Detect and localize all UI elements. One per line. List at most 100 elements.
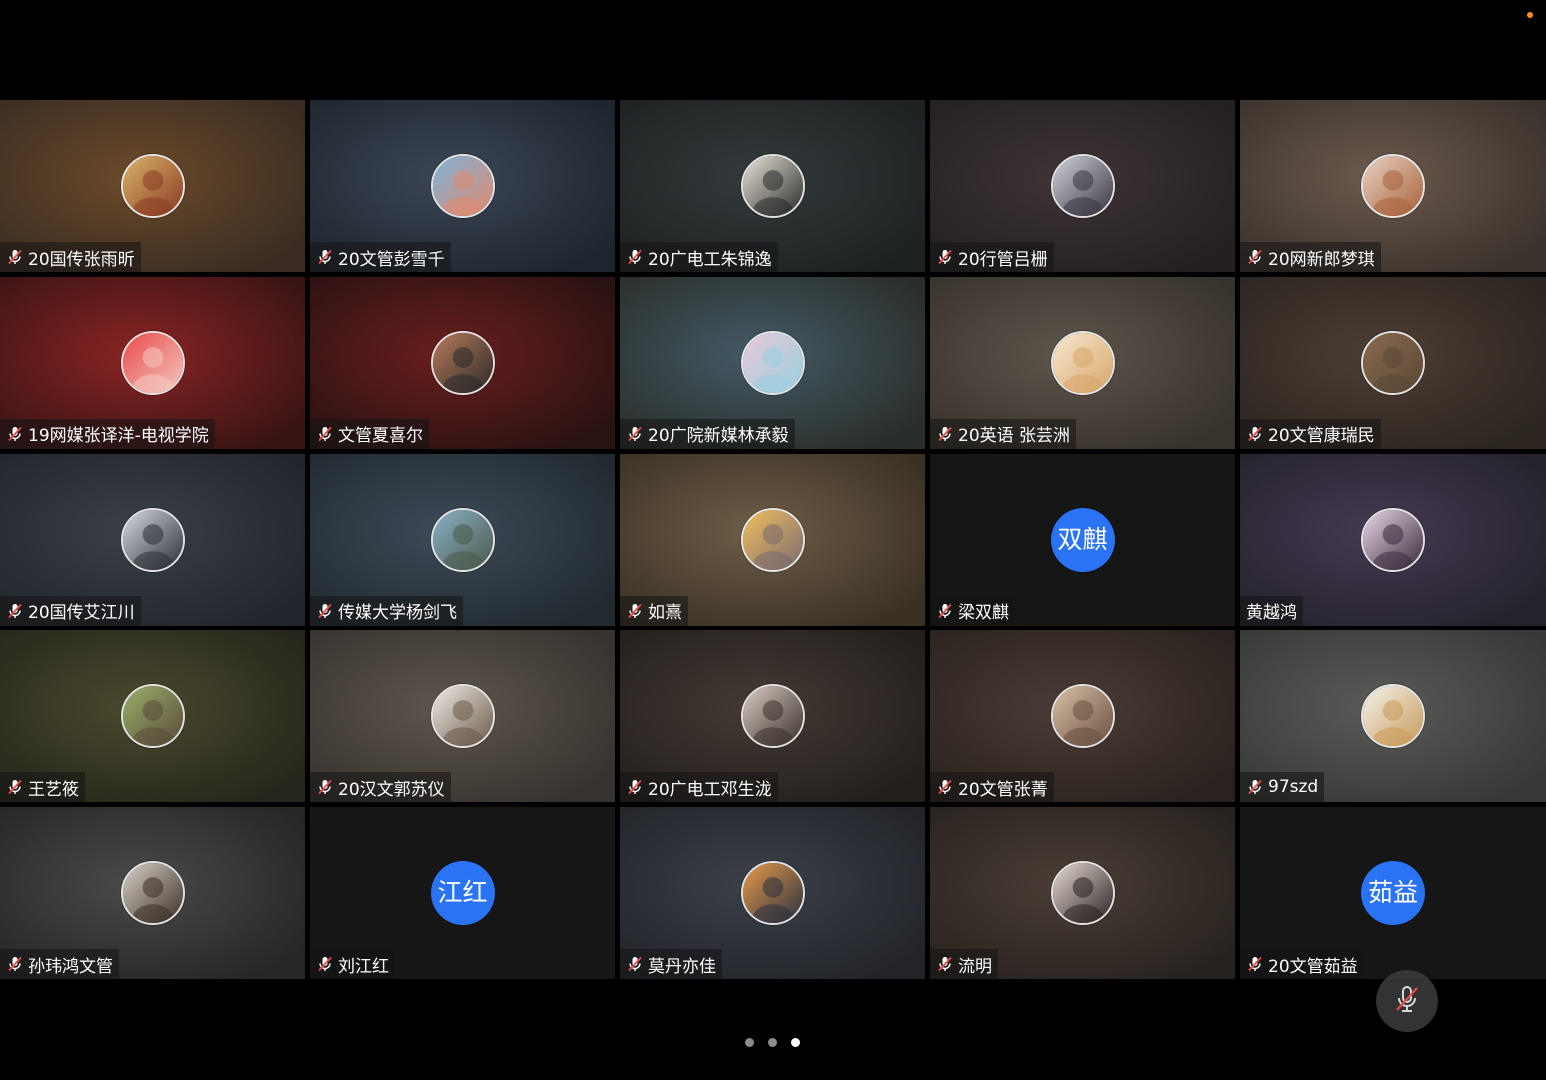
- muted-mic-icon: [316, 425, 334, 443]
- avatar: [740, 330, 805, 395]
- avatar: [1361, 507, 1425, 572]
- muted-mic-icon: [1246, 955, 1264, 973]
- muted-mic-icon: [936, 248, 954, 266]
- participant-tile[interactable]: 20文管彭雪千: [310, 100, 615, 272]
- participant-tile[interactable]: 20国传张雨昕: [0, 100, 305, 272]
- participant-tile[interactable]: 20英语 张芸洲: [930, 276, 1235, 449]
- avatar-photo-icon: [122, 509, 183, 570]
- avatar: [1361, 330, 1425, 395]
- participant-name-label: 20国传艾江川: [0, 595, 141, 626]
- participant-tile[interactable]: 莫丹亦佳: [620, 807, 925, 979]
- avatar: [740, 154, 805, 218]
- participant-name: 流明: [958, 956, 992, 977]
- avatar: [120, 330, 185, 395]
- participant-tile[interactable]: 20文管张菁: [930, 630, 1235, 803]
- avatar: [430, 330, 495, 395]
- avatar: [120, 861, 185, 925]
- participant-name-label: 20网新郎梦琪: [1240, 242, 1381, 272]
- avatar: [1050, 154, 1115, 218]
- muted-mic-icon: [1246, 425, 1264, 443]
- avatar-photo-icon: [742, 863, 803, 923]
- muted-mic-icon: [1246, 248, 1264, 266]
- participant-tile[interactable]: 双麒 梁双麒: [930, 453, 1235, 626]
- participant-name: 20国传艾江川: [28, 603, 135, 623]
- recording-status-dot: [1527, 12, 1533, 18]
- participant-tile[interactable]: 文管夏喜尔: [310, 276, 615, 449]
- avatar: [120, 154, 185, 218]
- avatar-photo-icon: [432, 686, 493, 747]
- participant-tile[interactable]: 江红 刘江红: [310, 807, 615, 979]
- participant-name-label: 20广院新媒林承毅: [620, 418, 795, 449]
- participant-tile[interactable]: 97szd: [1240, 630, 1546, 803]
- participant-tile[interactable]: 19网媒张译洋-电视学院: [0, 276, 305, 449]
- participant-name-label: 20文管茹益: [1240, 949, 1364, 979]
- muted-mic-icon: [626, 602, 644, 620]
- avatar-initials: 江红: [430, 861, 495, 925]
- participant-tile[interactable]: 20广电工朱锦逸: [620, 100, 925, 272]
- participant-name: 刘江红: [338, 956, 389, 977]
- participant-name-label: 流明: [930, 949, 998, 979]
- mute-microphone-button[interactable]: [1376, 970, 1438, 1032]
- participant-name-label: 97szd: [1240, 772, 1325, 803]
- participant-tile[interactable]: 20网新郎梦琪: [1240, 100, 1546, 272]
- participant-name: 20国传张雨昕: [28, 249, 135, 270]
- avatar: [740, 507, 805, 572]
- participant-tile[interactable]: 传媒大学杨剑飞: [310, 453, 615, 626]
- participant-tile[interactable]: 20国传艾江川: [0, 453, 305, 626]
- avatar: [430, 154, 495, 218]
- avatar-photo-icon: [432, 509, 493, 570]
- participant-name-label: 莫丹亦佳: [620, 949, 722, 979]
- page-indicator[interactable]: [745, 1038, 800, 1047]
- avatar-photo-icon: [1363, 686, 1423, 747]
- participant-tile[interactable]: 如熹: [620, 453, 925, 626]
- muted-mic-icon: [6, 425, 24, 443]
- participant-tile[interactable]: 20广院新媒林承毅: [620, 276, 925, 449]
- avatar-photo-icon: [742, 156, 803, 216]
- avatar: [1050, 861, 1115, 925]
- participant-tile[interactable]: 20汉文郭苏仪: [310, 630, 615, 803]
- participant-name-label: 20行管吕栅: [930, 242, 1054, 272]
- avatar-photo-icon: [122, 332, 183, 393]
- participant-name-label: 传媒大学杨剑飞: [310, 595, 463, 626]
- muted-mic-icon: [6, 248, 24, 266]
- avatar-photo-icon: [122, 686, 183, 747]
- avatar-photo-icon: [1052, 156, 1113, 216]
- avatar-initials: 双麒: [1050, 507, 1115, 572]
- avatar-photo-icon: [122, 156, 183, 216]
- muted-mic-icon: [626, 425, 644, 443]
- participant-name-label: 19网媒张译洋-电视学院: [0, 418, 215, 449]
- muted-mic-icon: [626, 778, 644, 796]
- participant-name-label: 20文管康瑞民: [1240, 418, 1381, 449]
- muted-mic-icon: [316, 955, 334, 973]
- participant-tile[interactable]: 茹益 20文管茹益: [1240, 807, 1546, 979]
- participant-tile[interactable]: 孙玮鸿文管: [0, 807, 305, 979]
- participant-name: 传媒大学杨剑飞: [338, 603, 457, 623]
- avatar: [1050, 330, 1115, 395]
- muted-mic-icon: [936, 602, 954, 620]
- avatar-photo-icon: [432, 332, 493, 393]
- avatar: [740, 861, 805, 925]
- participant-name: 20行管吕栅: [958, 249, 1048, 270]
- participant-tile[interactable]: 王艺筱: [0, 630, 305, 803]
- muted-mic-icon: [936, 425, 954, 443]
- muted-mic-icon: [936, 778, 954, 796]
- participant-tile[interactable]: 20行管吕栅: [930, 100, 1235, 272]
- participant-tile[interactable]: 黄越鸿: [1240, 453, 1546, 626]
- participant-name: 莫丹亦佳: [648, 956, 716, 977]
- page-dot[interactable]: [745, 1038, 754, 1047]
- muted-mic-icon: [316, 778, 334, 796]
- participant-name: 黄越鸿: [1246, 603, 1297, 623]
- muted-mic-icon: [316, 602, 334, 620]
- participant-name-label: 20汉文郭苏仪: [310, 772, 451, 803]
- participant-name-label: 梁双麒: [930, 595, 1015, 626]
- participant-tile[interactable]: 流明: [930, 807, 1235, 979]
- participant-tile[interactable]: 20广电工邓生泷: [620, 630, 925, 803]
- avatar: [1361, 154, 1425, 218]
- avatar-photo-icon: [432, 156, 493, 216]
- participant-tile[interactable]: 20文管康瑞民: [1240, 276, 1546, 449]
- muted-mic-icon: [626, 955, 644, 973]
- participant-grid: 20国传张雨昕 20文管彭雪千 20广电工朱锦逸 20行管吕栅 20网新郎梦琪 …: [0, 100, 1546, 979]
- page-dot[interactable]: [768, 1038, 777, 1047]
- mic-off-icon: [1391, 983, 1423, 1019]
- page-dot[interactable]: [791, 1038, 800, 1047]
